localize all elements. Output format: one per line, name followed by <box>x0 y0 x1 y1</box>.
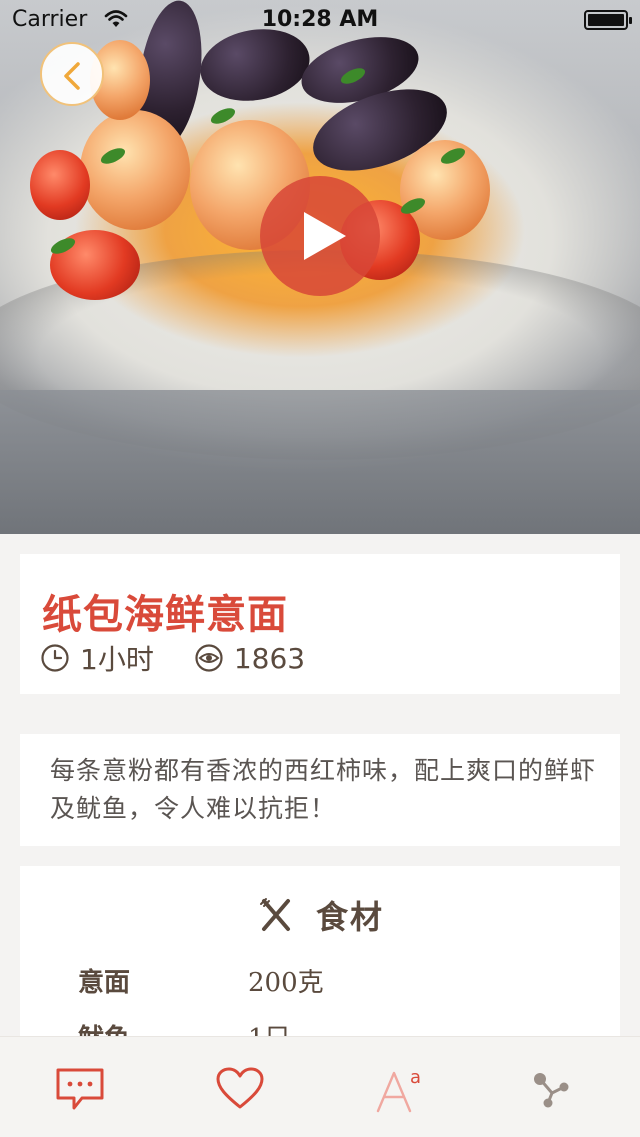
comment-button[interactable] <box>50 1059 110 1119</box>
tomato <box>30 150 90 220</box>
heart-icon <box>216 1067 264 1109</box>
comment-icon <box>56 1068 104 1110</box>
font-size-icon: a <box>376 1067 421 1113</box>
shrimp <box>80 110 190 230</box>
svg-text:a: a <box>410 1067 421 1088</box>
favorite-button[interactable] <box>210 1059 270 1119</box>
table-cloth <box>0 390 640 534</box>
fork-knife-icon <box>259 898 290 931</box>
bottom-toolbar: a <box>0 1036 640 1137</box>
battery-icon <box>584 10 632 30</box>
ingredient-row: 意面 200克 <box>78 962 578 1002</box>
recipe-description-card: 每条意粉都有香浓的西红柿味，配上爽口的鲜虾及鱿鱼，令人难以抗拒！ <box>20 734 620 846</box>
ingredients-header: 食材 <box>20 892 620 938</box>
ingredient-qty: 200克 <box>248 968 324 998</box>
back-button[interactable] <box>40 42 104 106</box>
recipe-title: 纸包海鲜意面 <box>42 592 288 638</box>
status-bar: Carrier 10:28 AM <box>0 0 640 40</box>
recipe-title-card: 纸包海鲜意面 1小时 1863 <box>20 554 620 694</box>
duration: 1小时 <box>40 638 154 678</box>
status-time: 10:28 AM <box>261 7 379 32</box>
share-icon <box>534 1073 569 1108</box>
duration-value: 1小时 <box>80 643 154 676</box>
ingredient-name: 意面 <box>78 968 131 998</box>
chevron-left-icon <box>64 62 80 90</box>
views-value: 1863 <box>233 641 306 675</box>
play-video-button[interactable] <box>260 176 380 296</box>
clock-icon <box>41 644 69 672</box>
recipe-description: 每条意粉都有香浓的西红柿味，配上爽口的鲜虾及鱿鱼，令人难以抗拒！ <box>50 756 597 823</box>
eye-icon <box>195 644 223 672</box>
play-icon <box>304 212 346 260</box>
battery-level <box>588 14 624 26</box>
view-count: 1863 <box>194 642 305 675</box>
font-size-button[interactable]: a <box>370 1059 430 1119</box>
share-button[interactable] <box>520 1059 580 1119</box>
recipe-meta: 1小时 1863 <box>40 640 305 676</box>
ingredients-title: 食材 <box>315 898 384 936</box>
